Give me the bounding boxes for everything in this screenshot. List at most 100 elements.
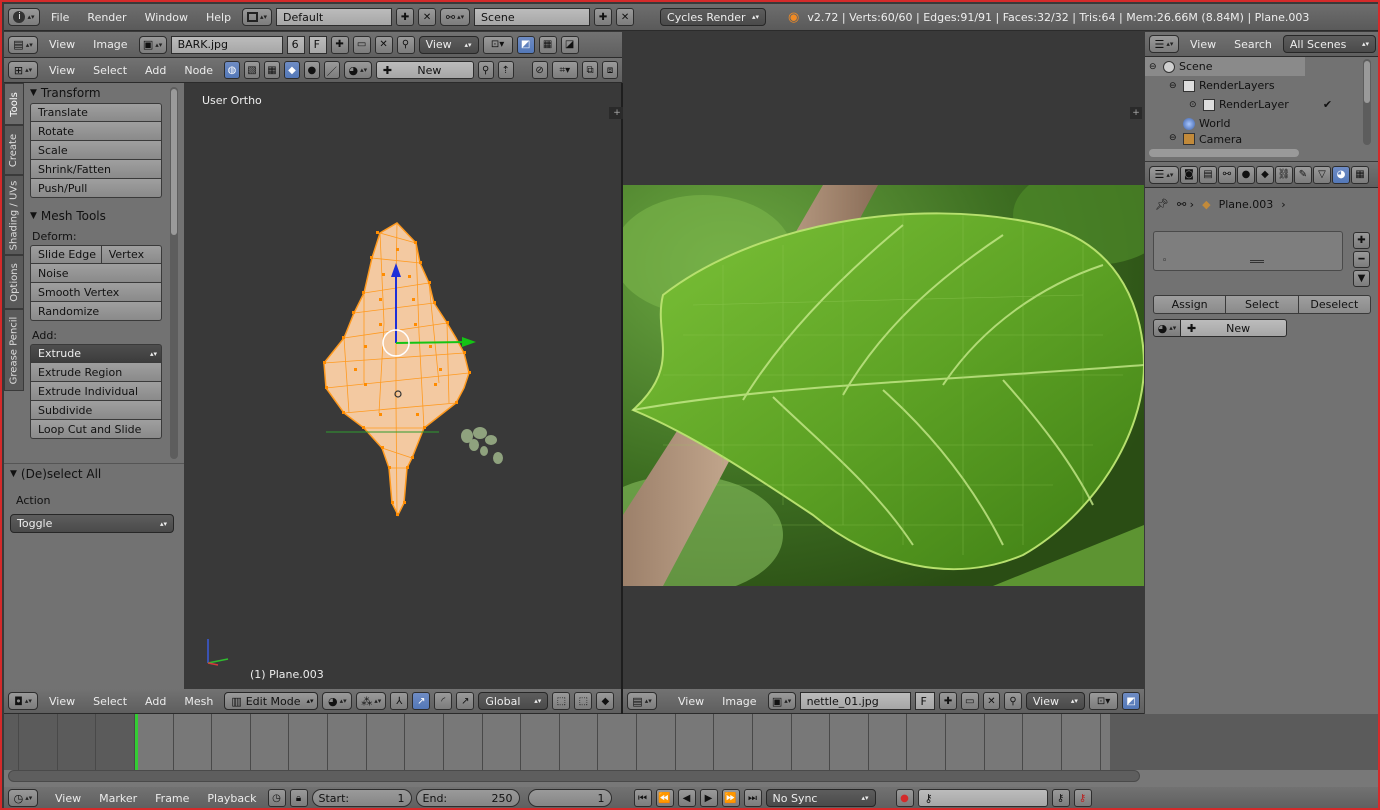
- jump-keyframe-back-icon[interactable]: ⏪: [655, 789, 674, 807]
- jump-keyframe-forward-icon[interactable]: ⏩: [721, 789, 740, 807]
- parent-tree-icon[interactable]: ⇡: [497, 61, 514, 79]
- shader-nodes-icon[interactable]: ◍: [224, 61, 241, 79]
- assign-button[interactable]: Assign: [1153, 295, 1227, 314]
- insert-keyframe-icon[interactable]: ⚷: [1051, 789, 1070, 807]
- face-select-icon[interactable]: ◆: [596, 692, 615, 710]
- editor-type-info-button[interactable]: i ▴▾: [8, 8, 40, 26]
- timeline-menu-view[interactable]: View: [48, 792, 88, 805]
- texture-tab-icon[interactable]: ▦: [1351, 165, 1369, 184]
- checker-icon[interactable]: ▦: [538, 35, 557, 54]
- delete-layout-icon[interactable]: ✕: [418, 8, 437, 26]
- select-button[interactable]: Select: [1226, 295, 1299, 314]
- tab-grease-pencil[interactable]: Grease Pencil: [4, 309, 24, 391]
- remove-slot-icon[interactable]: ━: [1353, 251, 1370, 268]
- compositing-nodes-icon[interactable]: ▧: [244, 61, 260, 79]
- render-layers-tab-icon[interactable]: ▤: [1199, 165, 1217, 184]
- preview-range-icon[interactable]: ◷: [267, 789, 286, 807]
- screen-layout-icon-button[interactable]: ▴▾: [242, 8, 273, 26]
- browse-image-button[interactable]: ▣ ▴▾: [138, 35, 167, 54]
- lock-range-icon[interactable]: 🔒︎: [289, 789, 308, 807]
- browse-image-button[interactable]: ▣ ▴▾: [767, 692, 796, 710]
- resize-grip-icon[interactable]: [1250, 260, 1264, 263]
- jump-start-icon[interactable]: ⏮: [633, 789, 652, 807]
- slide-edge-button[interactable]: Slide Edge: [30, 245, 102, 264]
- outliner-menu-search[interactable]: Search: [1227, 38, 1279, 51]
- new-image-icon[interactable]: ✚: [939, 692, 957, 710]
- editor-type-timeline-button[interactable]: ◷ ▴▾: [8, 789, 38, 807]
- scene-name-field[interactable]: Scene: [474, 8, 591, 26]
- tab-shading-uvs[interactable]: Shading / UVs: [4, 175, 24, 255]
- fake-user-toggle[interactable]: F: [915, 692, 936, 710]
- delete-scene-icon[interactable]: ✕: [616, 8, 635, 26]
- draw-alpha-icon[interactable]: ◩: [1122, 692, 1140, 710]
- material-browse-button[interactable]: ◕ ▴▾: [1153, 319, 1181, 337]
- translate-button[interactable]: Translate: [30, 103, 162, 122]
- editor-type-image-button[interactable]: ▤ ▴▾: [627, 692, 657, 710]
- keying-set-field[interactable]: ⚷: [917, 789, 1048, 807]
- node-pin-icon[interactable]: ⚲: [477, 61, 494, 79]
- data-tab-icon[interactable]: ▽: [1313, 165, 1331, 184]
- unlink-image-icon[interactable]: ✕: [982, 692, 1001, 710]
- operator-panel-header[interactable]: ▼ (De)select All: [4, 464, 184, 484]
- extrude-individual-button[interactable]: Extrude Individual: [30, 382, 162, 401]
- unlink-image-icon[interactable]: ✕: [374, 35, 393, 54]
- add-layout-icon[interactable]: ✚: [396, 8, 415, 26]
- outliner-filter-select[interactable]: All Scenes ▴▾: [1282, 35, 1376, 53]
- editor-type-properties-button[interactable]: ☰ ▴▾: [1149, 165, 1179, 184]
- subdivide-button[interactable]: Subdivide: [30, 401, 162, 420]
- slot-specials-icon[interactable]: ▼: [1353, 270, 1370, 287]
- scale-button[interactable]: Scale: [30, 141, 162, 160]
- material-browse-button[interactable]: ◕ ▴▾: [343, 61, 372, 79]
- extrude-menu[interactable]: Extrude ▴▾: [30, 344, 162, 363]
- editor-type-3d-button[interactable]: ◘ ▴▾: [8, 692, 38, 710]
- jump-end-icon[interactable]: ⏭: [743, 789, 762, 807]
- line-style-icon[interactable]: ／: [323, 61, 340, 79]
- modifiers-tab-icon[interactable]: ✎: [1294, 165, 1312, 184]
- backdrop-icon[interactable]: ⊘: [531, 61, 548, 79]
- tab-options[interactable]: Options: [4, 255, 24, 309]
- rotate-manipulator-icon[interactable]: ◜: [434, 692, 453, 710]
- outliner-row-camera[interactable]: ⊖ Camera: [1145, 133, 1378, 145]
- snap-icon[interactable]: ⌗▾: [551, 61, 579, 79]
- action-select[interactable]: Toggle ▴▾: [10, 514, 174, 533]
- constraints-tab-icon[interactable]: ⛓: [1275, 165, 1293, 184]
- 3d-menu-mesh[interactable]: Mesh: [177, 695, 220, 708]
- record-icon[interactable]: ●: [895, 789, 914, 807]
- pivot-point-button[interactable]: ⁂ ▴▾: [356, 692, 387, 710]
- world-shader-icon[interactable]: ●: [303, 61, 320, 79]
- vertex-select-icon[interactable]: ⬚: [552, 692, 571, 710]
- mesh-tools-panel-header[interactable]: ▼ Mesh Tools: [24, 206, 168, 226]
- randomize-button[interactable]: Randomize: [30, 302, 162, 321]
- editor-type-node-button[interactable]: ⊞ ▴▾: [8, 61, 38, 79]
- viewport-shading-button[interactable]: ◕ ▴▾: [322, 692, 353, 710]
- outliner-hscrollbar[interactable]: [1149, 149, 1299, 157]
- edge-select-icon[interactable]: ⬚: [574, 692, 593, 710]
- shrink-fatten-button[interactable]: Shrink/Fatten: [30, 160, 162, 179]
- image-view-select[interactable]: View ▴▾: [1025, 692, 1085, 710]
- object-tab-icon[interactable]: ◆: [1256, 165, 1274, 184]
- area-corner-icon[interactable]: +: [611, 107, 623, 119]
- uv-menu-image[interactable]: Image: [86, 38, 134, 51]
- node-menu-node[interactable]: Node: [177, 64, 220, 77]
- leaf-mesh-svg[interactable]: [184, 83, 621, 689]
- pivot-icon[interactable]: ⊡▾: [482, 35, 513, 54]
- sync-mode-select[interactable]: No Sync ▴▾: [765, 789, 876, 807]
- timeline-menu-playback[interactable]: Playback: [200, 792, 263, 805]
- material-tab-icon[interactable]: ◕: [1332, 165, 1350, 184]
- slide-vertex-button[interactable]: Vertex: [101, 245, 162, 264]
- smooth-vertex-button[interactable]: Smooth Vertex: [30, 283, 162, 302]
- node-menu-view[interactable]: View: [42, 64, 82, 77]
- timeline-scrollbar[interactable]: [8, 770, 1140, 782]
- 3d-menu-view[interactable]: View: [42, 695, 82, 708]
- start-frame-field[interactable]: Start: 1: [311, 789, 412, 807]
- deselect-button[interactable]: Deselect: [1298, 295, 1371, 314]
- open-image-icon[interactable]: ▭: [960, 692, 979, 710]
- push-pull-button[interactable]: Push/Pull: [30, 179, 162, 198]
- node-menu-select[interactable]: Select: [86, 64, 134, 77]
- object-shader-icon[interactable]: ◆: [283, 61, 300, 79]
- 3d-viewport[interactable]: User Ortho +: [184, 83, 621, 689]
- scene-icon-button[interactable]: ⚯ ▴▾: [440, 8, 471, 26]
- outliner-menu-view[interactable]: View: [1183, 38, 1223, 51]
- play-reverse-icon[interactable]: ◀: [677, 789, 696, 807]
- checkbox-icon[interactable]: ✔: [1323, 98, 1332, 111]
